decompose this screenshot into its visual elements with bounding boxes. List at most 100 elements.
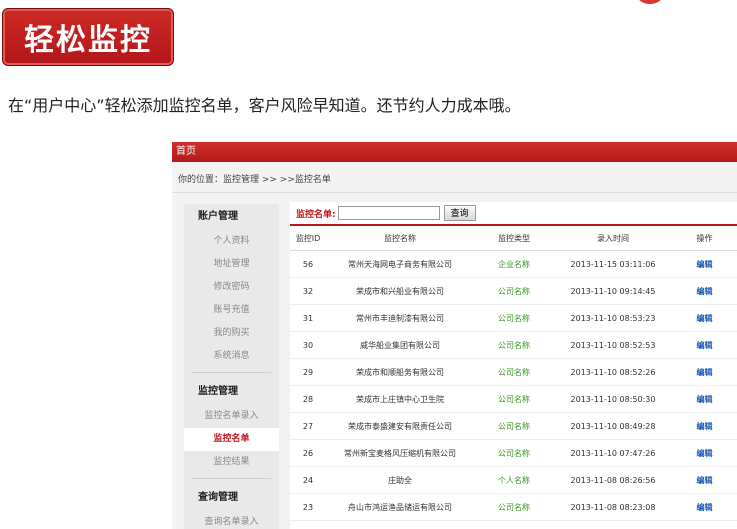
- table-row: 28 荣成市上庄镇中心卫生院 公司名称 2013-11-10 08:50:30 编辑: [290, 385, 737, 413]
- cell-name: 荣成市泰盛建安有限责任公司: [326, 412, 474, 440]
- cell-name: 荣成市和兴船业有限公司: [326, 277, 474, 305]
- search-input[interactable]: [337, 206, 440, 220]
- cell-id: 24: [290, 466, 326, 494]
- cell-id: 23: [290, 493, 326, 521]
- cell-name: 荣成市和顺船务有限公司: [326, 358, 474, 386]
- sidebar-item-active[interactable]: 监控名单: [184, 428, 279, 451]
- table-row: 26 常州新宝麦格风压缩机有限公司 公司名称 2013-11-10 07:47:26 编…: [290, 439, 737, 467]
- sidebar-item[interactable]: 监控名单录入: [184, 405, 279, 428]
- cell-name: 荣成市上庄镇中心卫生院: [326, 385, 474, 413]
- column-header: 监控类型: [474, 226, 554, 251]
- table-row: 32 荣成市和兴船业有限公司 公司名称 2013-11-10 09:14:45 编辑: [290, 277, 737, 305]
- cell-type: 公司名称: [474, 358, 554, 386]
- search-button[interactable]: 查询: [443, 205, 476, 221]
- cell-time: 2013-11-10 08:49:28: [554, 412, 672, 440]
- cell-name: 常州天海网电子商务有限公司: [326, 250, 474, 278]
- cell-type: 公司名称: [474, 331, 554, 359]
- cell-type: 公司名称: [474, 412, 554, 440]
- sidebar-group-title: 查询管理: [198, 492, 238, 503]
- table-row: 27 荣成市泰盛建安有限责任公司 公司名称 2013-11-10 08:49:28 编辑: [290, 412, 737, 440]
- edit-link[interactable]: 编辑: [672, 439, 737, 467]
- table-row: 22舟山永茂海运有限公司公司名称2013-11-08 08:22:51编辑: [290, 520, 737, 529]
- sidebar-divider: [192, 478, 271, 479]
- cell-id: 28: [290, 385, 326, 413]
- edit-link[interactable]: 编辑: [672, 358, 737, 386]
- sidebar-item[interactable]: 监控结果: [184, 451, 279, 474]
- sidebar-item[interactable]: 地址管理: [184, 253, 279, 276]
- cell-time: 2013-11-10 09:14:45: [554, 277, 672, 305]
- cell-id: 27: [290, 412, 326, 440]
- main-panel: 监控名单: 查询 监控ID 监控名称 监控类型 录入时间 操作 56 常州天海网电…: [290, 202, 737, 529]
- table-row: 24 庄助全 个人名称 2013-11-08 08:26:56 编辑: [290, 466, 737, 494]
- sidebar-item[interactable]: 修改密码: [184, 276, 279, 299]
- cell-id: 31: [290, 304, 326, 332]
- sidebar-group-title: 监控管理: [198, 386, 238, 397]
- cell-time: 2013-11-15 03:11:06: [554, 250, 672, 278]
- app-window: 首页 你的位置：监控管理 >> >>监控名单 账户管理 个人资料 地址管理 修改…: [172, 142, 737, 529]
- cell-name: 舟山永茂海运有限公司: [326, 520, 474, 529]
- cell-id: 26: [290, 439, 326, 467]
- cell-time: 2013-11-08 08:22:51: [554, 520, 672, 529]
- column-header: 监控ID: [290, 226, 326, 251]
- corner-decoration: [635, 0, 665, 4]
- cell-id: 56: [290, 250, 326, 278]
- sidebar: 账户管理 个人资料 地址管理 修改密码 账号充值 我的购买 系统消息 监控管理 …: [184, 204, 279, 529]
- edit-link[interactable]: 编辑: [672, 385, 737, 413]
- table-row: 31 常州市丰迪制漆有限公司 公司名称 2013-11-10 08:53:23 编辑: [290, 304, 737, 332]
- edit-link[interactable]: 编辑: [672, 412, 737, 440]
- cell-name: 舟山市鸿运渔品储运有限公司: [326, 493, 474, 521]
- cell-type: 公司名称: [474, 439, 554, 467]
- table-row: 29 荣成市和顺船务有限公司 公司名称 2013-11-10 08:52:26 编辑: [290, 358, 737, 386]
- table-row: 23 舟山市鸿运渔品储运有限公司 公司名称 2013-11-08 08:23:08 编辑: [290, 493, 737, 521]
- edit-link[interactable]: 编辑: [672, 304, 737, 332]
- cell-type: 企业名称: [474, 250, 554, 278]
- cell-time: 2013-11-10 08:53:23: [554, 304, 672, 332]
- monitor-table: 监控ID 监控名称 监控类型 录入时间 操作 56 常州天海网电子商务有限公司 企业…: [290, 226, 737, 529]
- sidebar-item[interactable]: 个人资料: [184, 230, 279, 253]
- table-body: 56 常州天海网电子商务有限公司 企业名称 2013-11-15 03:11:06 编辑…: [290, 250, 737, 529]
- breadcrumb-divider: [172, 192, 737, 193]
- cell-time: 2013-11-08 08:23:08: [554, 493, 672, 521]
- cell-name: 威华船业集团有限公司: [326, 331, 474, 359]
- cell-time: 2013-11-10 07:47:26: [554, 439, 672, 467]
- table-row: 56 常州天海网电子商务有限公司 企业名称 2013-11-15 03:11:06 编辑: [290, 250, 737, 278]
- cell-name: 常州市丰迪制漆有限公司: [326, 304, 474, 332]
- column-header: 操作: [672, 226, 737, 251]
- cell-type: 公司名称: [474, 277, 554, 305]
- cell-id: 22: [290, 520, 326, 529]
- search-bar: 监控名单: 查询: [290, 202, 737, 226]
- table-header-row: 监控ID 监控名称 监控类型 录入时间 操作: [290, 226, 737, 251]
- sidebar-item[interactable]: 系统消息: [184, 345, 279, 368]
- edit-link[interactable]: 编辑: [672, 520, 737, 529]
- column-header: 录入时间: [554, 226, 672, 251]
- cell-type: 公司名称: [474, 385, 554, 413]
- column-header: 监控名称: [326, 226, 474, 251]
- breadcrumb: 你的位置：监控管理 >> >>监控名单: [178, 175, 331, 185]
- cell-time: 2013-11-10 08:52:53: [554, 331, 672, 359]
- sidebar-group-title: 账户管理: [198, 211, 238, 222]
- cell-type: 公司名称: [474, 520, 554, 529]
- intro-text: 在“用户中心”轻松添加监控名单，客户风险早知道。还节约人力成本哦。: [8, 96, 521, 115]
- cell-id: 29: [290, 358, 326, 386]
- cell-time: 2013-11-10 08:52:26: [554, 358, 672, 386]
- sidebar-item[interactable]: 查询名单录入: [184, 511, 279, 529]
- sidebar-item[interactable]: 我的购买: [184, 322, 279, 345]
- hero-badge: 轻松监控: [2, 8, 174, 66]
- cell-name: 庄助全: [326, 466, 474, 494]
- cell-id: 30: [290, 331, 326, 359]
- edit-link[interactable]: 编辑: [672, 250, 737, 278]
- topbar-home-link[interactable]: 首页: [176, 146, 196, 157]
- hero-badge-text: 轻松监控: [24, 23, 152, 58]
- cell-id: 32: [290, 277, 326, 305]
- edit-link[interactable]: 编辑: [672, 493, 737, 521]
- sidebar-divider: [192, 372, 271, 373]
- edit-link[interactable]: 编辑: [672, 331, 737, 359]
- cell-type: 公司名称: [474, 304, 554, 332]
- table-row: 30 威华船业集团有限公司 公司名称 2013-11-10 08:52:53 编辑: [290, 331, 737, 359]
- edit-link[interactable]: 编辑: [672, 466, 737, 494]
- cell-time: 2013-11-10 08:50:30: [554, 385, 672, 413]
- cell-type: 公司名称: [474, 493, 554, 521]
- edit-link[interactable]: 编辑: [672, 277, 737, 305]
- sidebar-item[interactable]: 账号充值: [184, 299, 279, 322]
- cell-name: 常州新宝麦格风压缩机有限公司: [326, 439, 474, 467]
